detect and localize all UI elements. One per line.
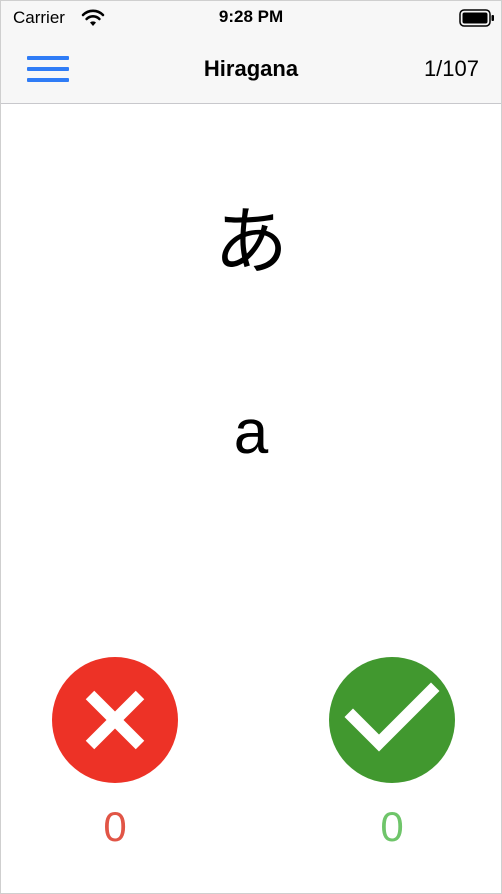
romaji-reading: a bbox=[233, 398, 269, 467]
correct-count: 0 bbox=[380, 803, 404, 850]
wrong-answer-button[interactable] bbox=[52, 657, 178, 783]
checkmark-icon bbox=[344, 682, 440, 752]
navigation-bar: Hiragana 1/107 bbox=[1, 37, 501, 104]
status-time: 9:28 PM bbox=[218, 7, 284, 26]
x-icon bbox=[85, 690, 145, 750]
wrong-count: 0 bbox=[103, 803, 127, 850]
correct-answer-button[interactable] bbox=[329, 657, 455, 783]
card-counter: 1/107 bbox=[423, 56, 479, 81]
battery-icon bbox=[459, 9, 494, 27]
kana-character: あ bbox=[214, 199, 288, 285]
app-screen: Carrier 9:28 PM Hiragana 1/107 あ a 0 0 bbox=[0, 0, 502, 894]
status-bar: Carrier 9:28 PM bbox=[1, 1, 501, 37]
